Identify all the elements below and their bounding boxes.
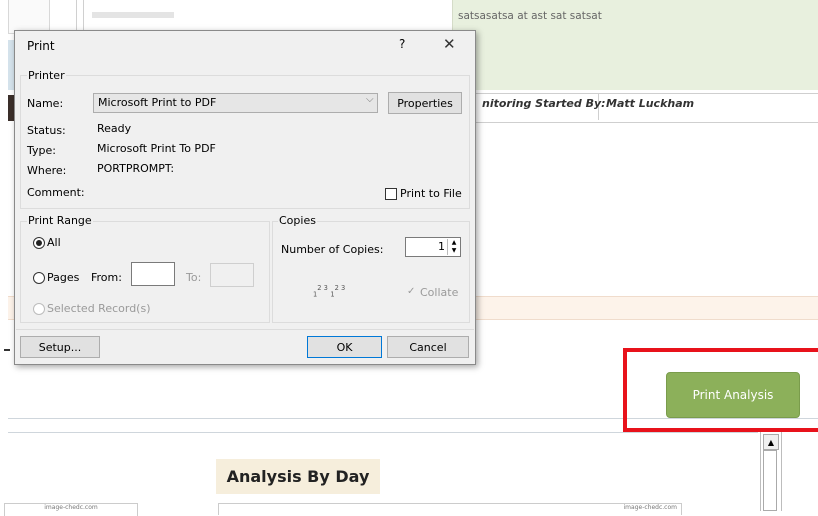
print-range-label: Print Range	[27, 214, 93, 227]
properties-button[interactable]: Properties	[388, 92, 462, 114]
chevron-down-icon: ⌵	[366, 94, 374, 105]
pages-radio[interactable]	[33, 272, 45, 284]
chart-image-right: image-chedc.com	[218, 503, 682, 515]
pages-label: Pages	[47, 271, 80, 284]
printer-group-label: Printer	[27, 69, 66, 82]
from-page-input[interactable]	[131, 262, 175, 286]
ok-button[interactable]: OK	[307, 336, 382, 358]
collate-pages-icon: 12 3 12 3	[313, 284, 346, 299]
print-to-file-checkbox[interactable]	[385, 188, 397, 200]
type-value: Microsoft Print To PDF	[97, 142, 216, 155]
number-of-copies-label: Number of Copies:	[281, 243, 384, 256]
selected-records-label: Selected Record(s)	[47, 302, 151, 315]
scroll-up-arrow-icon[interactable]: ▲	[763, 434, 779, 450]
divider	[8, 432, 758, 433]
dialog-title: Print	[27, 39, 55, 53]
chart-image-left: image-chedc.com	[4, 503, 138, 516]
where-value: PORTPROMPT:	[97, 162, 175, 175]
all-radio[interactable]	[33, 237, 45, 249]
type-label: Type:	[27, 144, 56, 157]
highlight-annotation-box	[623, 348, 818, 432]
printer-name-value: Microsoft Print to PDF	[98, 96, 217, 109]
selected-records-radio[interactable]	[33, 303, 45, 315]
all-label: All	[47, 236, 61, 249]
status-value: Ready	[97, 122, 132, 135]
dash-mark	[4, 349, 10, 351]
number-of-copies-value: 1	[438, 240, 445, 253]
copies-label: Copies	[278, 214, 317, 227]
close-icon[interactable]: ✕	[443, 35, 456, 53]
divider	[16, 329, 474, 330]
to-label: To:	[186, 271, 202, 284]
spinner-arrows-icon[interactable]: ▲ ▼	[447, 239, 460, 255]
collate-checkbox[interactable]: ✓	[407, 286, 415, 297]
to-page-input[interactable]	[210, 263, 254, 287]
notes-text: satsasatsa at ast sat satsat	[458, 10, 602, 22]
print-to-file-label: Print to File	[400, 187, 462, 200]
radio-selected-dot	[36, 240, 42, 246]
monitoring-started-by-value: Matt Luckham	[606, 97, 695, 110]
from-label: From:	[91, 271, 122, 284]
background-bar	[92, 12, 174, 18]
background-panel	[8, 0, 50, 34]
setup-button[interactable]: Setup...	[20, 336, 100, 358]
analysis-by-day-heading: Analysis By Day	[216, 459, 380, 494]
print-dialog: Print ? ✕ Printer Name: Microsoft Print …	[14, 30, 476, 365]
cancel-button[interactable]: Cancel	[387, 336, 469, 358]
status-label: Status:	[27, 124, 66, 137]
help-button[interactable]: ?	[399, 37, 405, 51]
comment-label: Comment:	[27, 186, 85, 199]
name-label: Name:	[27, 97, 64, 110]
collate-label: Collate	[420, 286, 459, 299]
where-label: Where:	[27, 164, 67, 177]
scrollbar-thumb[interactable]	[763, 450, 777, 511]
monitoring-started-by-label: nitoring Started By:	[482, 97, 606, 110]
